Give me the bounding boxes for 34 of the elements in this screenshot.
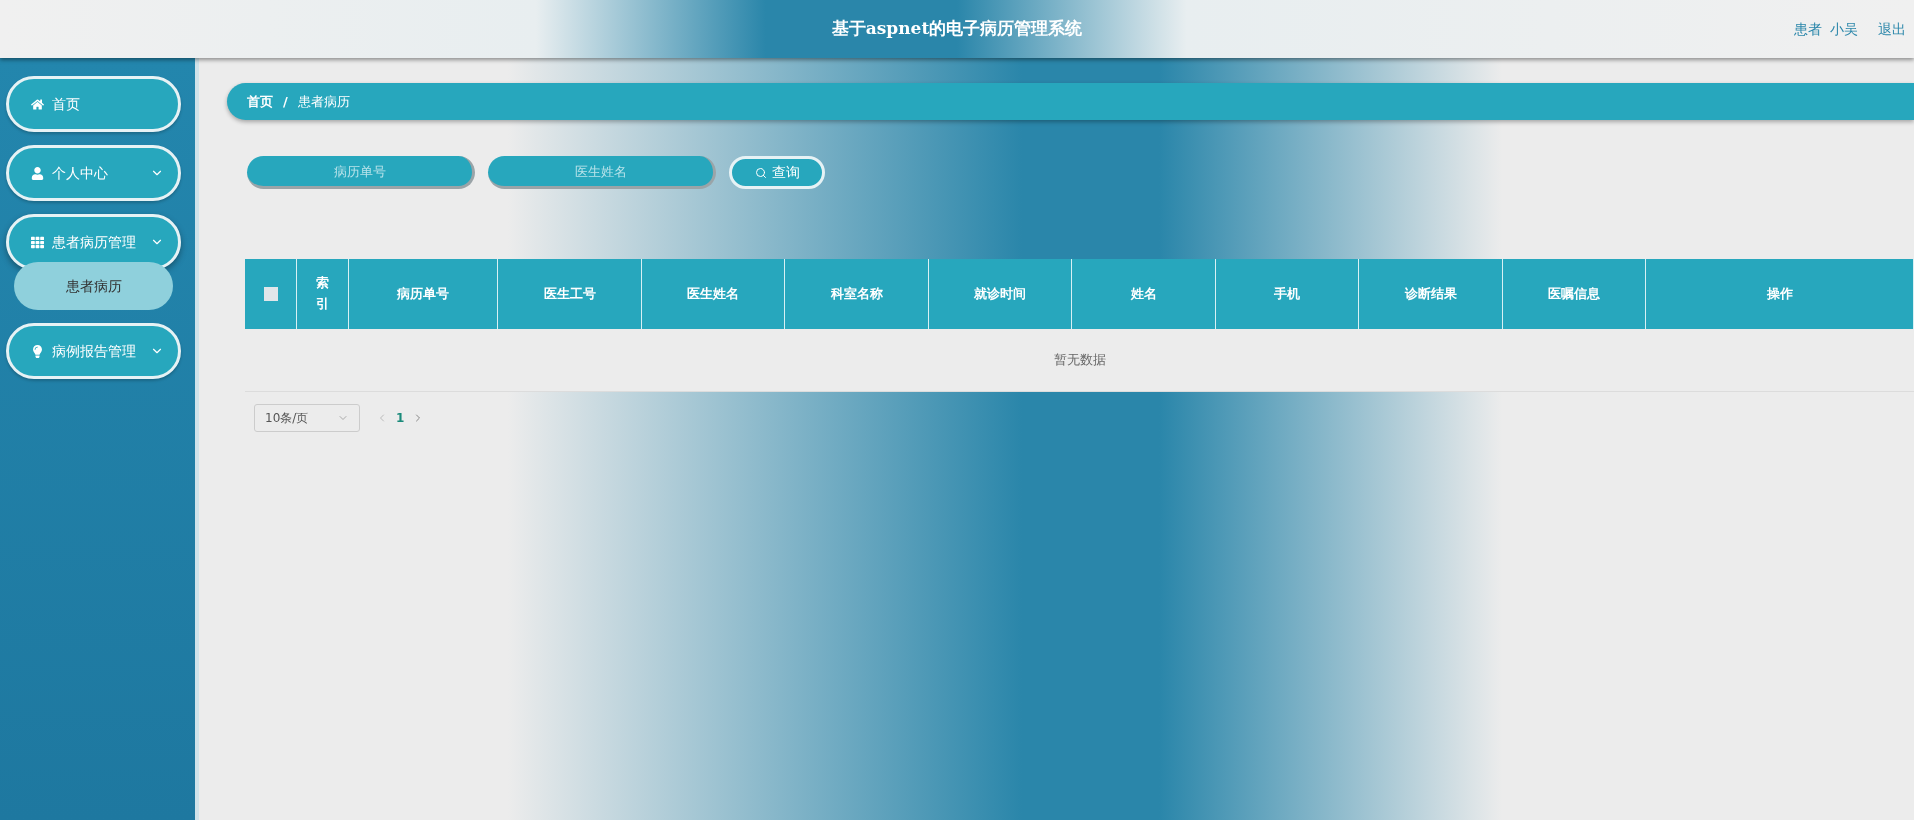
column-header: 手机 <box>1274 285 1300 304</box>
lightbulb-icon <box>31 344 44 358</box>
column-header: 医嘱信息 <box>1548 285 1600 304</box>
app-title: 基于aspnet的电子病历管理系统 <box>831 17 1083 41</box>
column-header: 医生工号 <box>543 285 596 304</box>
search-icon <box>754 166 767 179</box>
column-header: 诊断结果 <box>1404 285 1457 304</box>
submenu-item[interactable]: 患者病历 <box>14 262 173 310</box>
user-name: 小吴 <box>1830 19 1858 39</box>
sidebar-item[interactable]: 个人中心 <box>6 145 181 201</box>
grid-icon <box>31 235 44 249</box>
breadcrumb-link[interactable]: 患者病历 <box>297 91 350 112</box>
column-header: 科室名称 <box>830 285 883 304</box>
column-header: 医生姓名 <box>687 285 739 304</box>
breadcrumb-link[interactable]: 首页 <box>247 91 273 112</box>
home-icon <box>31 97 44 111</box>
column-header: 索引 <box>315 274 330 313</box>
sidebar-item[interactable]: 病例报告管理 <box>6 323 181 379</box>
page-size-select[interactable]: 10条/页 <box>254 404 360 432</box>
page-number[interactable]: 1 <box>396 409 405 427</box>
search-field[interactable]: 病历单号 <box>247 156 475 189</box>
sidebar-item[interactable]: 首页 <box>6 76 181 132</box>
breadcrumb-separator: / <box>283 92 288 111</box>
select-all-checkbox[interactable] <box>263 287 278 301</box>
search-field[interactable]: 医生姓名 <box>488 156 716 189</box>
user-role: 患者 <box>1794 19 1822 39</box>
column-header: 就诊时间 <box>974 285 1026 304</box>
empty-message: 暂无数据 <box>1053 351 1106 370</box>
search-button[interactable]: 查询 <box>729 156 825 189</box>
logout-link[interactable]: 退出 <box>1878 18 1906 40</box>
column-header: 姓名 <box>1130 285 1157 304</box>
user-icon <box>31 166 44 180</box>
column-header: 病历单号 <box>397 285 449 304</box>
column-header: 操作 <box>1766 285 1793 304</box>
